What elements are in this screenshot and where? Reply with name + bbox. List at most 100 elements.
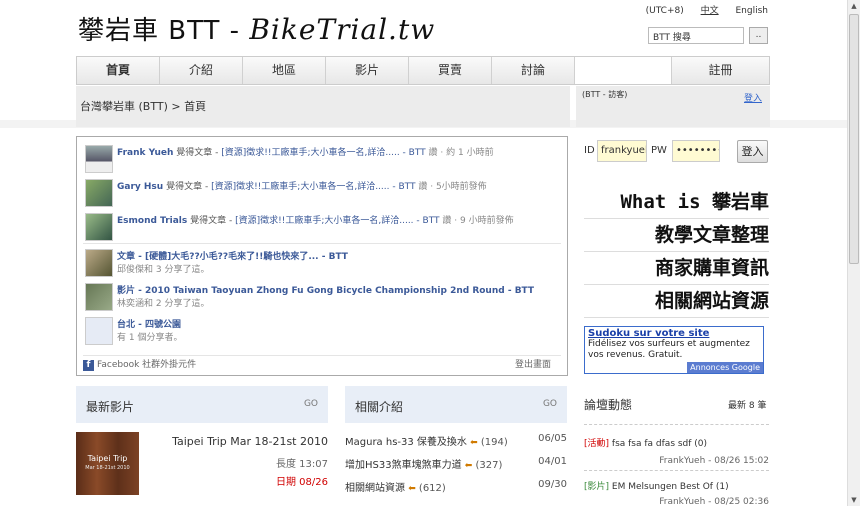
related-date: 04/01 (538, 456, 567, 467)
related-count: (612) (418, 483, 446, 494)
divider (83, 243, 561, 244)
lang-zh-link[interactable]: 中文 (701, 6, 719, 16)
post-meta: FrankYueh - 08/25 02:36 (659, 497, 769, 506)
related-item[interactable]: 相關網站資源 ⬅ (612) 09/30 (345, 479, 567, 494)
forum-post[interactable]: [活動] fsa fsa fa dfas sdf (0) (584, 436, 707, 449)
nav-item-videos[interactable]: 影片 (326, 57, 409, 84)
related-count: (327) (475, 460, 503, 471)
place-icon[interactable] (85, 317, 113, 345)
related-count: (194) (480, 437, 508, 448)
share-item: 影片 - 2010 Taiwan Taoyuan Zhong Fu Gong B… (83, 283, 553, 313)
share-item: 文章 - [硬體]大毛??小毛??毛來了!!騎也快來了... - BTT 邱俊傑和… (83, 249, 553, 279)
facebook-plugin-label[interactable]: Facebook 社群外掛元件 (97, 360, 196, 370)
top-links: (UTC+8) 中文 English (632, 3, 768, 16)
logo-script-text: BikeTrial.tw (249, 13, 436, 46)
share-thumbnail[interactable] (85, 283, 113, 311)
related-go-link[interactable]: GO (543, 399, 557, 409)
related-item[interactable]: 增加HS33煞車塊煞車力道 ⬅ (327) 04/01 (345, 456, 567, 471)
activity-user[interactable]: Frank Yueh (117, 148, 173, 158)
vertical-scrollbar[interactable]: ▲ ▼ (847, 0, 860, 506)
search-input[interactable]: BTT 搜尋 (648, 27, 744, 44)
password-input[interactable]: •••••••• (672, 140, 720, 162)
activity-user[interactable]: Gary Hsu (117, 182, 163, 192)
arrow-icon: ⬅ (470, 438, 478, 448)
post-tag: [影片] (584, 482, 610, 492)
nav-item-forum[interactable]: 討論 (492, 57, 575, 84)
link-shops[interactable]: 商家購車資訊 (584, 252, 769, 285)
activity-verb: 覺得文章 - (190, 216, 236, 226)
forum-heading: 論壇動態 (584, 398, 633, 412)
activity-link[interactable]: [資源]徵求!!工廠車手;大小車各一名,詳洽..... - BTT (235, 216, 439, 226)
scroll-thumb[interactable] (849, 14, 859, 264)
activity-verb: 覺得文章 - (176, 148, 222, 158)
share-title[interactable]: 台北 - 四號公園 (117, 320, 181, 330)
facebook-activity-feed: Frank Yueh 覺得文章 - [資源]徵求!!工廠車手;大小車各一名,詳洽… (76, 136, 568, 376)
share-title[interactable]: 影片 - 2010 Taiwan Taoyuan Zhong Fu Gong B… (117, 286, 534, 296)
id-label: ID (584, 145, 595, 156)
activity-link[interactable]: [資源]徵求!!工廠車手;大小車各一名,詳洽..... - BTT (211, 182, 415, 192)
video-thumbnail[interactable]: Taipei Trip Mar 18-21st 2010 (76, 432, 139, 495)
breadcrumb-bar: 台灣攀岩車 (BTT) > 首頁 (76, 86, 570, 127)
nav-item-intro[interactable]: 介紹 (160, 57, 243, 84)
avatar[interactable] (85, 213, 113, 241)
related-item[interactable]: Magura hs-33 保養及換水 ⬅ (194) 06/05 (345, 433, 567, 448)
share-title[interactable]: 文章 - [硬體]大毛??小毛??毛來了!!騎也快來了... - BTT (117, 252, 348, 262)
scroll-up-icon[interactable]: ▲ (848, 0, 860, 12)
share-sub: 林奕涵和 2 分享了這。 (117, 299, 210, 309)
lang-en-link[interactable]: English (736, 6, 769, 16)
nav-item-home[interactable]: 首頁 (77, 57, 160, 84)
activity-link[interactable]: [資源]徵求!!工廠車手;大小車各一名,詳洽..... - BTT (221, 148, 425, 158)
nav-item-region[interactable]: 地區 (243, 57, 326, 84)
id-input[interactable]: frankyueh (597, 140, 647, 162)
related-header: 相關介紹 GO (345, 386, 567, 423)
ad-title[interactable]: Sudoku sur votre site (588, 328, 760, 339)
ad-box[interactable]: Sudoku sur votre site Fidélisez vos surf… (584, 326, 764, 374)
login-button[interactable]: 登入 (737, 140, 768, 163)
forum-post[interactable]: [影片] EM Melsungen Best Of (1) (584, 479, 729, 492)
facebook-icon: f (83, 360, 94, 371)
ad-desc: Fidélisez vos surfeurs et augmentez vos … (588, 339, 750, 360)
activity-meta: 讚 · 5小時前發佈 (418, 182, 487, 192)
avatar[interactable] (85, 179, 113, 207)
activity-item: Gary Hsu 覺得文章 - [資源]徵求!!工廠車手;大小車各一名,詳洽..… (83, 179, 553, 209)
post-title[interactable]: fsa fsa fa dfas sdf (0) (612, 439, 707, 449)
related-date: 09/30 (538, 479, 567, 490)
videos-header: 最新影片 GO (76, 386, 328, 423)
main-nav: 首頁 介紹 地區 影片 買賣 討論 註冊 (76, 56, 770, 85)
video-date: 日期 08/26 (276, 477, 328, 488)
videos-go-link[interactable]: GO (304, 399, 318, 409)
login-link[interactable]: 登入 (744, 91, 762, 104)
related-title[interactable]: Magura hs-33 保養及換水 (345, 437, 467, 448)
share-thumbnail[interactable] (85, 249, 113, 277)
nav-item-trade[interactable]: 買賣 (409, 57, 492, 84)
facebook-footer: f Facebook 社群外掛元件 登出畫面 (83, 357, 563, 371)
ad-badge[interactable]: Annonces Google (687, 362, 763, 373)
post-title[interactable]: EM Melsungen Best Of (1) (612, 482, 729, 492)
user-status-box: (BTT - 訪客) 登入 (576, 86, 770, 127)
link-what-is[interactable]: What is 攀岩車 (584, 186, 769, 219)
site-logo[interactable]: 攀岩車 BTT - BikeTrial.tw (78, 10, 435, 47)
logout-link[interactable]: 登出畫面 (515, 357, 551, 370)
activity-meta: 讚 · 9 小時前發佈 (442, 216, 514, 226)
activity-user[interactable]: Esmond Trials (117, 216, 187, 226)
video-title[interactable]: Taipei Trip Mar 18-21st 2010 (172, 435, 328, 448)
link-tutorials[interactable]: 教學文章整理 (584, 219, 769, 252)
related-title[interactable]: 相關網站資源 (345, 483, 405, 494)
link-resources[interactable]: 相關網站資源 (584, 285, 769, 318)
share-sub: 邱俊傑和 3 分享了這。 (117, 265, 210, 275)
arrow-icon: ⬅ (408, 484, 416, 494)
nav-item-register[interactable]: 註冊 (672, 57, 769, 84)
logo-main-text: 攀岩車 BTT - (78, 16, 250, 46)
thumb-title: Taipei Trip (87, 454, 128, 463)
divider (83, 355, 561, 356)
search-button[interactable]: .. (749, 27, 768, 44)
activity-meta: 讚 · 約 1 小時前 (428, 148, 494, 158)
related-heading: 相關介紹 (355, 400, 404, 414)
related-date: 06/05 (538, 433, 567, 444)
timezone-label: (UTC+8) (645, 6, 684, 16)
related-title[interactable]: 增加HS33煞車塊煞車力道 (345, 460, 462, 471)
divider (584, 424, 769, 425)
avatar[interactable] (85, 145, 113, 173)
post-meta: FrankYueh - 08/26 15:02 (659, 456, 769, 466)
scroll-down-icon[interactable]: ▼ (848, 494, 860, 506)
